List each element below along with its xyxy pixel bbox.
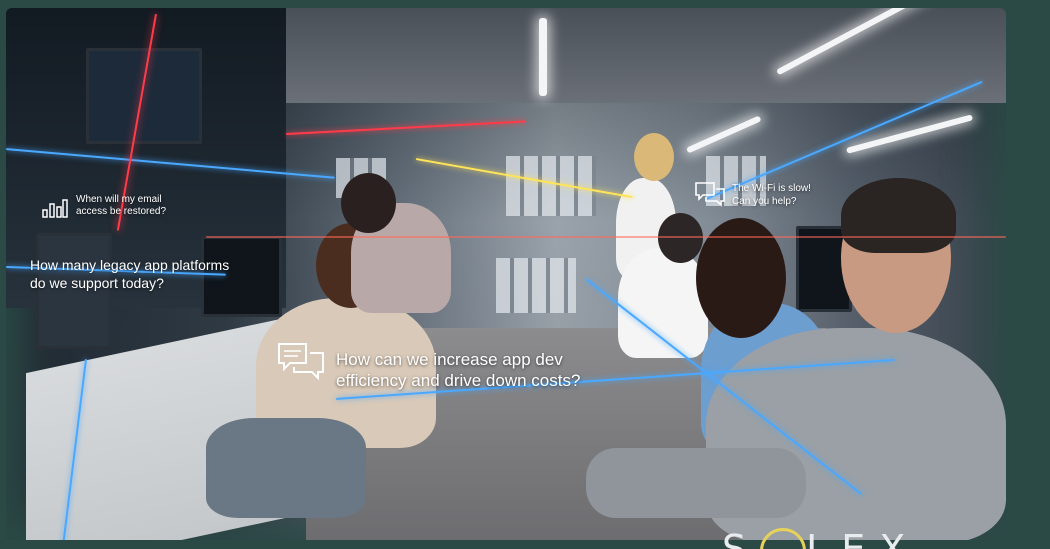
ceiling-light (846, 114, 974, 154)
light-beam (285, 120, 526, 135)
man-foreground-right-hair (841, 178, 956, 253)
solex-logo: S LEX (722, 520, 992, 549)
woman-standing-center-head (634, 133, 674, 181)
window (506, 156, 596, 216)
legacy-question: How many legacy app platforms do we supp… (30, 256, 229, 292)
office-photo: When will my email access be restored? H… (6, 8, 1006, 540)
wifi-question-line1: The Wi-Fi is slow! (732, 183, 811, 194)
legacy-question-line1: How many legacy app platforms (30, 257, 230, 273)
man-seated-center (618, 248, 708, 358)
wall-screen (86, 48, 202, 144)
chat-bubbles-icon (694, 181, 726, 207)
logo-text-right: LEX (806, 527, 920, 549)
logo-text-left: S (722, 527, 761, 549)
light-beam (206, 236, 1006, 238)
woman-seated-left-skirt (206, 418, 366, 518)
wifi-question-line2: Can you help? (732, 196, 797, 207)
bar-chart-icon (42, 198, 68, 218)
main-question-line1: How can we increase app dev (336, 350, 563, 369)
window (496, 258, 576, 313)
email-question-text: When will my email access be restored? (76, 194, 167, 217)
legacy-question-line2: do we support today? (30, 275, 164, 291)
wifi-question: The Wi-Fi is slow! Can you help? (732, 182, 811, 208)
ceiling-light (686, 115, 762, 154)
email-question: When will my email access be restored? (76, 194, 186, 218)
ceiling-light (539, 18, 547, 96)
man-foreground-arm (586, 448, 806, 518)
man-seated-center-head (658, 213, 703, 263)
main-question-line2: efficiency and drive down costs? (336, 371, 581, 390)
main-question: How can we increase app dev efficiency a… (336, 349, 580, 391)
woman-standing-back-head (341, 173, 396, 233)
logo-crosshair-o (760, 528, 807, 549)
ceiling (276, 8, 1006, 103)
chat-bubbles-icon (276, 341, 326, 383)
